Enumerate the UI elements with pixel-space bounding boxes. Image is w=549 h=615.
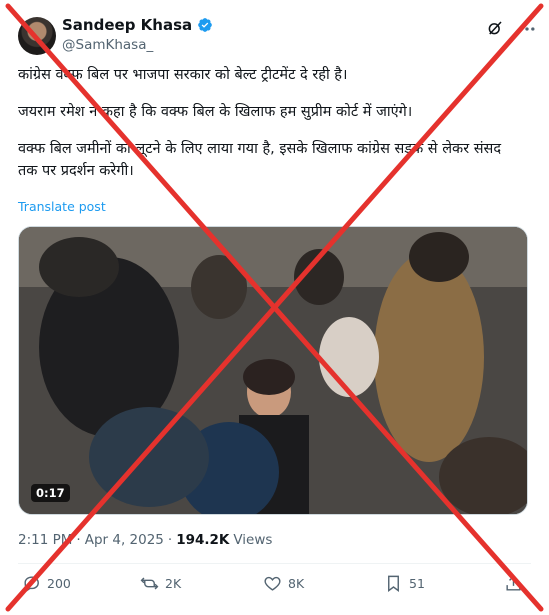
bookmark-count: 51 bbox=[409, 576, 425, 591]
translate-link[interactable]: Translate post bbox=[18, 199, 106, 214]
tweet-date[interactable]: Apr 4, 2025 bbox=[85, 532, 164, 548]
more-icon[interactable] bbox=[517, 19, 537, 39]
tweet-paragraph: कांग्रेस वक्फ बिल पर भाजपा सरकार को बेल्… bbox=[18, 67, 348, 83]
reply-icon bbox=[24, 576, 39, 593]
like-icon bbox=[264, 576, 281, 591]
tweet-paragraph: वक्फ बिल जमीनों को लूटने के लिए लाया गया… bbox=[18, 141, 502, 179]
tweet-time[interactable]: 2:11 PM bbox=[18, 532, 72, 548]
verified-badge-icon bbox=[198, 18, 212, 32]
tweet-text: कांग्रेस वक्फ बिल पर भाजपा सरकार को बेल्… bbox=[18, 64, 523, 197]
divider bbox=[18, 563, 531, 564]
video-duration: 0:17 bbox=[31, 484, 70, 502]
avatar[interactable] bbox=[18, 17, 56, 55]
share-button[interactable] bbox=[504, 574, 523, 593]
reply-count: 200 bbox=[47, 576, 71, 591]
repost-count: 2K bbox=[165, 576, 182, 591]
bookmark-button[interactable]: 51 bbox=[384, 574, 425, 593]
meta-separator: · bbox=[76, 532, 81, 548]
video-player[interactable]: 0:17 bbox=[18, 226, 528, 515]
bookmark-icon bbox=[388, 575, 399, 593]
handle[interactable]: @SamKhasa_ bbox=[62, 37, 153, 53]
meta-separator: · bbox=[167, 532, 173, 548]
tweet-paragraph: जयराम रमेश ने कहा है कि वक्फ बिल के खिला… bbox=[18, 104, 413, 120]
repost-icon bbox=[140, 577, 159, 590]
share-icon bbox=[506, 575, 521, 591]
views-count: 194.2K bbox=[176, 532, 230, 548]
views-label: Views bbox=[233, 532, 273, 548]
reply-button[interactable]: 200 bbox=[22, 574, 71, 593]
like-button[interactable]: 8K bbox=[263, 574, 304, 593]
like-count: 8K bbox=[288, 576, 305, 591]
name-row: Sandeep Khasa bbox=[62, 16, 213, 34]
action-bar: 200 2K 8K 51 bbox=[18, 574, 528, 598]
tweet-meta: 2:11 PM · Apr 4, 2025 · 194.2K Views bbox=[18, 532, 272, 548]
display-name[interactable]: Sandeep Khasa bbox=[62, 16, 192, 34]
tweet-card: Sandeep Khasa @SamKhasa_ कांग्रेस वक्फ ब… bbox=[0, 0, 549, 615]
repost-button[interactable]: 2K bbox=[140, 574, 181, 593]
video-frame bbox=[19, 227, 527, 514]
grok-icon[interactable] bbox=[486, 19, 504, 37]
